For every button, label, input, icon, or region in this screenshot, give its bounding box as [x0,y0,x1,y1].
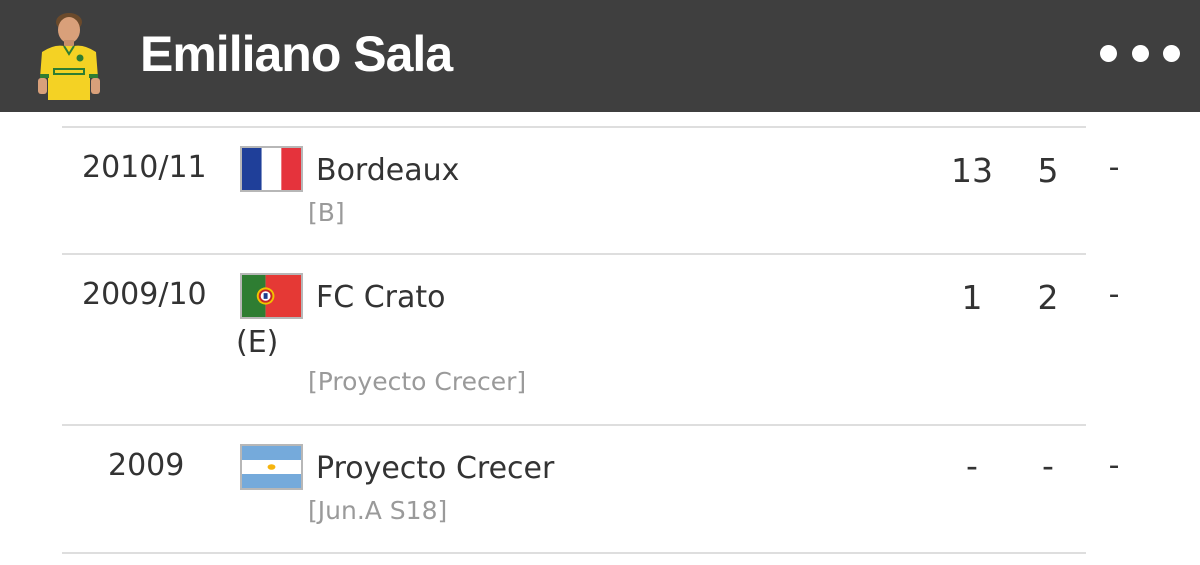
club-note: [Proyecto Crecer] [308,367,527,396]
more-dots-icon [1131,44,1149,62]
club-name[interactable]: Proyecto Crecer [316,451,554,487]
more-dots-icon [1100,44,1117,62]
extra-value: - [1108,150,1120,185]
club-name[interactable]: FC Crato [316,280,446,316]
goals-value: 5 [1037,151,1059,190]
player-avatar[interactable] [34,8,104,104]
season-label: 2009 [108,448,185,483]
more-menu-button[interactable] [1100,36,1180,70]
season-label: 2009/10 [82,277,207,312]
club-note: [B] [308,198,345,227]
app-header: Emiliano Sala [0,0,1200,112]
table-row[interactable]: 2009/10 FC Crato (E) [Proyecto Crecer] 1… [0,255,1200,423]
more-dots-icon [1163,44,1180,62]
argentina-flag-icon [240,444,303,490]
appearances-value: 13 [951,151,993,190]
goals-value: - [1042,446,1054,485]
club-note: [Jun.A S18] [308,496,448,525]
extra-value: - [1108,448,1120,483]
row-divider [62,552,1086,554]
appearances-value: - [966,446,978,485]
club-name-suffix: (E) [236,325,279,360]
club-name[interactable]: Bordeaux [316,153,459,189]
goals-value: 2 [1037,278,1059,317]
extra-value: - [1108,277,1120,312]
season-label: 2010/11 [82,150,207,185]
portugal-flag-icon [240,273,303,319]
page-title: Emiliano Sala [140,26,453,82]
france-flag-icon [240,146,303,192]
career-table: 2010/11 Bordeaux [B] 13 5 - 2009/10 FC C… [0,112,1200,565]
table-row[interactable]: 2010/11 Bordeaux [B] 13 5 - [0,128,1200,252]
table-row[interactable]: 2009 Proyecto Crecer [Jun.A S18] - - - [0,426,1200,550]
appearances-value: 1 [961,278,983,317]
